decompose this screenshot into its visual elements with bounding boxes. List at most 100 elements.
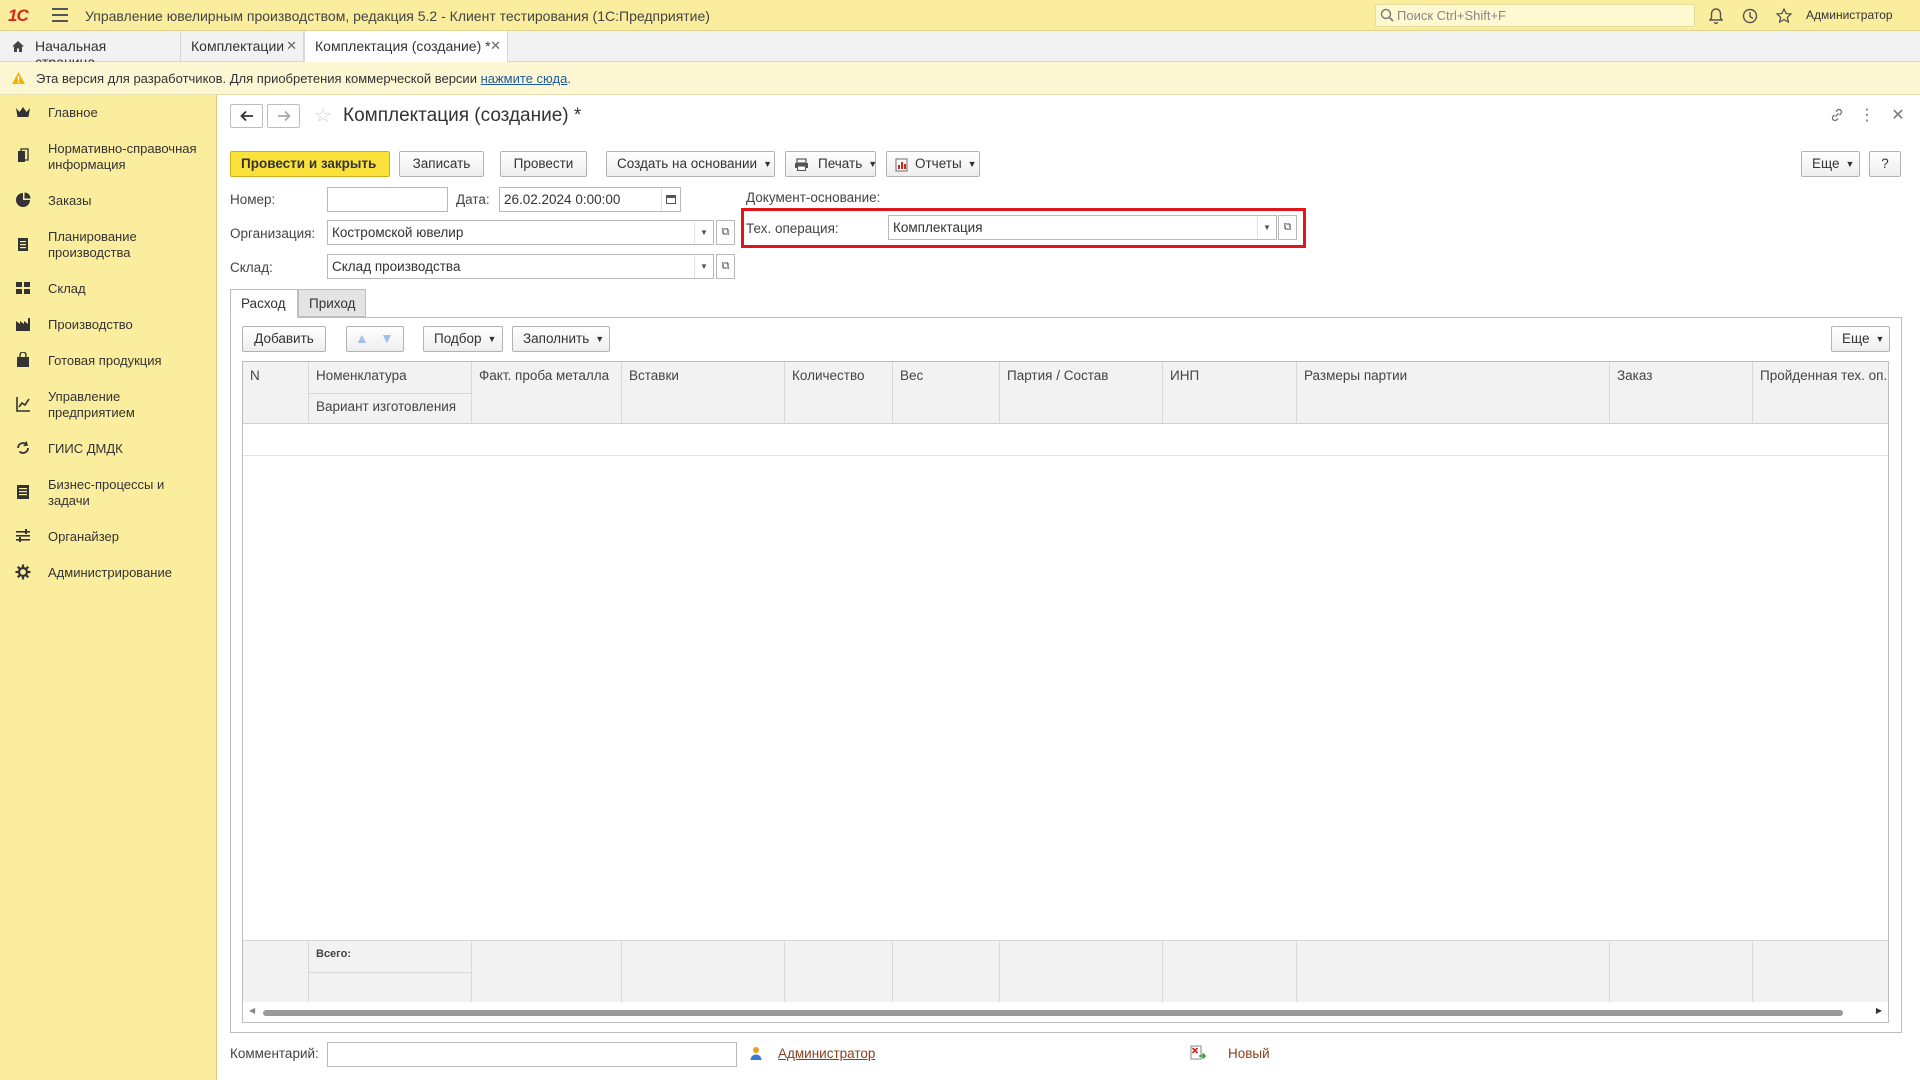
col-batch[interactable]: Партия / Состав [1000, 362, 1163, 424]
scroll-left-icon[interactable]: ◀ [249, 1006, 255, 1015]
col-inp[interactable]: ИНП [1163, 362, 1297, 424]
table-more-button[interactable]: Еще ▼ [1831, 326, 1890, 352]
post-and-close-button[interactable]: Провести и закрыть [230, 151, 390, 177]
add-row-button[interactable]: Добавить [242, 326, 326, 352]
sidebar-item-business-processes[interactable]: Бизнес-процессы и задачи [0, 475, 217, 515]
report-icon [895, 158, 908, 172]
post-button[interactable]: Провести [500, 151, 587, 177]
link-icon[interactable] [1828, 107, 1846, 125]
scrollbar-thumb[interactable] [263, 1010, 1843, 1016]
current-user[interactable]: Администратор [1806, 8, 1893, 22]
items-table[interactable]: N Номенклатура Вариант изготовления Факт… [242, 361, 1889, 1023]
fill-button[interactable]: Заполнить ▼ [512, 326, 610, 352]
col-nomenclature[interactable]: Номенклатура Вариант изготовления [309, 362, 472, 424]
create-based-on-button[interactable]: Создать на основании ▼ [606, 151, 775, 177]
history-icon[interactable] [1740, 6, 1760, 26]
favorite-star-icon[interactable]: ☆ [314, 106, 332, 126]
footer-divider [309, 972, 471, 973]
more-vertical-icon[interactable]: ⋮ [1858, 107, 1876, 125]
sidebar-item-administration[interactable]: Администрирование [0, 563, 217, 597]
tab-komplektaciya-create[interactable]: Комплектация (создание) * ✕ [304, 31, 508, 63]
sidebar-item-orders[interactable]: Заказы [0, 191, 217, 225]
sidebar-item-production[interactable]: Производство [0, 315, 217, 349]
scroll-right-icon[interactable]: ▶ [1876, 1006, 1882, 1015]
close-form-icon[interactable]: ✕ [1889, 107, 1907, 125]
bag-icon [17, 352, 29, 367]
sidebar-item-organizer[interactable]: Органайзер [0, 527, 217, 561]
tab-home[interactable]: Начальная страница [0, 31, 181, 70]
menu-icon[interactable] [52, 8, 68, 22]
sidebar-item-planning[interactable]: Планирование производства [0, 227, 217, 267]
col-order[interactable]: Заказ [1610, 362, 1753, 424]
search-input[interactable]: Поиск Ctrl+Shift+F [1375, 4, 1695, 27]
more-actions-button[interactable]: Еще ▼ [1801, 151, 1860, 177]
open-organization-icon[interactable]: ⧉ [716, 220, 735, 245]
favorites-star-icon[interactable] [1774, 6, 1794, 26]
move-up-icon[interactable]: ▲ [355, 331, 369, 345]
move-buttons: ▲ ▼ [346, 326, 404, 352]
col-batch-sizes[interactable]: Размеры партии [1297, 362, 1610, 424]
dropdown-arrow-icon[interactable]: ▼ [694, 255, 713, 278]
dropdown-caret-icon: ▼ [763, 159, 772, 170]
footer-cell [1297, 941, 1610, 1003]
number-field[interactable] [327, 187, 448, 212]
tab-komplektacii[interactable]: Комплектации ✕ [181, 31, 304, 62]
sidebar-item-main[interactable]: Главное [0, 103, 217, 137]
home-icon [12, 41, 24, 52]
col-weight[interactable]: Вес [893, 362, 1000, 424]
tab-income[interactable]: Приход [298, 289, 366, 317]
sidebar-item-warehouse[interactable]: Склад [0, 279, 217, 313]
base-document-label: Документ-основание: [746, 190, 881, 205]
tab-expense[interactable]: Расход [230, 289, 298, 318]
print-button[interactable]: Печать ▼ [785, 151, 877, 177]
purchase-link[interactable]: нажмите сюда [481, 71, 568, 86]
forward-button[interactable] [267, 104, 300, 128]
col-n[interactable]: N [243, 362, 309, 424]
cycle-icon [17, 441, 29, 454]
sidebar-item-giis[interactable]: ГИИС ДМДК [0, 439, 217, 473]
footer-cell [893, 941, 1000, 1003]
date-label: Дата: [456, 192, 490, 207]
col-passed-operation[interactable]: Пройденная тех. оп... [1753, 362, 1888, 424]
col-metal[interactable]: Факт. проба металла [472, 362, 622, 424]
footer-cell [1163, 941, 1297, 1003]
close-tab-icon[interactable]: ✕ [490, 38, 501, 54]
dropdown-arrow-icon[interactable]: ▼ [694, 221, 713, 244]
bell-icon[interactable] [1706, 6, 1726, 26]
sidebar-item-finished-goods[interactable]: Готовая продукция [0, 351, 217, 385]
footer-cell [1610, 941, 1753, 1003]
col-qty[interactable]: Количество [785, 362, 893, 424]
author-link[interactable]: Администратор [778, 1046, 875, 1061]
pie-chart-icon [16, 192, 31, 207]
dropdown-caret-icon: ▼ [595, 334, 605, 345]
date-field[interactable]: 26.02.2024 0:00:00 [499, 187, 681, 212]
factory-icon [16, 318, 30, 331]
close-tab-icon[interactable]: ✕ [286, 38, 297, 54]
warehouse-value: Склад производства [332, 259, 461, 274]
dropdown-caret-icon: ▼ [487, 334, 497, 345]
sidebar-item-enterprise[interactable]: Управление предприятием [0, 387, 217, 427]
col-inserts[interactable]: Вставки [622, 362, 785, 424]
col-variant: Вариант изготовления [316, 399, 457, 414]
move-down-icon[interactable]: ▼ [380, 331, 394, 345]
reports-button[interactable]: Отчеты ▼ [886, 151, 980, 177]
save-button[interactable]: Записать [399, 151, 484, 177]
tab-label: Комплектации [191, 38, 285, 54]
calendar-icon[interactable] [661, 188, 680, 211]
horizontal-scrollbar[interactable]: ◀ ▶ [243, 1002, 1888, 1022]
organization-field[interactable]: Костромской ювелир ▼ [327, 220, 714, 245]
table-row[interactable] [243, 424, 1888, 456]
organization-value: Костромской ювелир [332, 225, 464, 240]
help-button[interactable]: ? [1869, 151, 1901, 177]
sidebar-item-reference[interactable]: Нормативно-справочная информация [0, 139, 217, 179]
warehouse-field[interactable]: Склад производства ▼ [327, 254, 714, 279]
back-button[interactable] [230, 104, 263, 128]
pick-button[interactable]: Подбор ▼ [423, 326, 503, 352]
warning-icon [12, 72, 25, 84]
open-warehouse-icon[interactable]: ⧉ [716, 254, 735, 279]
printer-icon [795, 158, 808, 171]
clipboard-icon [18, 238, 28, 251]
app-logo[interactable]: 1С [8, 6, 29, 26]
tasks-icon [17, 485, 29, 499]
comment-field[interactable] [327, 1042, 737, 1067]
